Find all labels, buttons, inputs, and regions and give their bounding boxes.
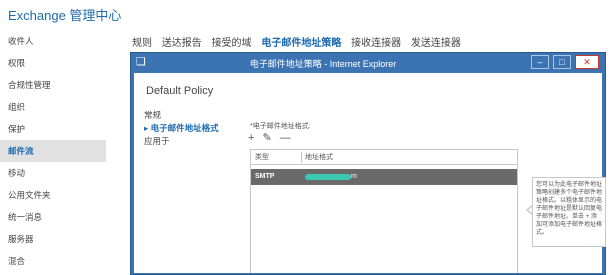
close-icon: ✕	[583, 57, 591, 67]
sidebar-item-compliance[interactable]: 合规性管理	[0, 74, 106, 96]
policy-nav-general[interactable]: 常规	[144, 109, 219, 122]
top-nav: 规则 送达报告 接受的域 电子邮件地址策略 接收连接器 发送连接器	[132, 34, 468, 49]
help-callout: 您可以为此电子邮件地址策略创建多个电子邮件地址格式。以粗体显示的电子邮件地址是默…	[532, 177, 606, 247]
sidebar-item-public-folders[interactable]: 公用文件夹	[0, 184, 106, 206]
minimize-icon: –	[537, 57, 543, 67]
email-format-field-label: *电子邮件地址格式:	[250, 123, 311, 130]
sidebar-item-organization[interactable]: 组织	[0, 96, 106, 118]
tab-receive-connectors[interactable]: 接收连接器	[351, 38, 401, 49]
sidebar-item-servers[interactable]: 服务器	[0, 228, 106, 250]
dialog-title: 电子邮件地址策略 - Internet Explorer	[249, 59, 397, 69]
sidebar-item-hybrid[interactable]: 混合	[0, 250, 106, 272]
sidebar-item-permissions[interactable]: 权限	[0, 52, 106, 74]
grid-toolbar: + ✎ —	[248, 131, 296, 145]
column-divider	[301, 152, 302, 163]
app-title: Exchange 管理中心	[8, 8, 122, 23]
policy-nav-email-address-format[interactable]: ▸ 电子邮件地址格式	[144, 122, 219, 135]
policy-name: Default Policy	[146, 85, 214, 97]
sidebar-item-mobile[interactable]: 移动	[0, 162, 106, 184]
row-type: SMTP	[255, 173, 275, 180]
sidebar-item-recipients[interactable]: 收件人	[0, 30, 106, 52]
sidebar-item-mail-flow[interactable]: 邮件流	[0, 140, 106, 162]
ie-dialog-window: ❏ 电子邮件地址策略 - Internet Explorer – □ ✕ Def…	[130, 52, 606, 275]
policy-nav: 常规 ▸ 电子邮件地址格式 应用于	[144, 109, 219, 148]
redacted-address	[305, 174, 351, 180]
email-format-grid: 类型 地址格式 SMTP m	[250, 149, 518, 273]
maximize-icon: □	[559, 57, 565, 67]
dialog-content: Default Policy 常规 ▸ 电子邮件地址格式 应用于 *电子邮件地址…	[134, 73, 606, 273]
minimize-button[interactable]: –	[531, 55, 549, 69]
tab-accepted-domains[interactable]: 接受的域	[212, 38, 252, 49]
tab-email-address-policies[interactable]: 电子邮件地址策略	[261, 38, 341, 49]
policy-nav-apply-to[interactable]: 应用于	[144, 135, 219, 148]
policy-nav-email-address-format-label: 电子邮件地址格式	[150, 123, 219, 133]
sidebar-item-protection[interactable]: 保护	[0, 118, 106, 140]
close-button[interactable]: ✕	[575, 55, 599, 69]
sidebar: 收件人 权限 合规性管理 组织 保护 邮件流 移动 公用文件夹 统一消息 服务器…	[0, 30, 106, 275]
grid-header: 类型 地址格式	[251, 150, 517, 165]
edit-icon[interactable]: ✎	[263, 132, 272, 144]
add-icon[interactable]: +	[248, 132, 254, 144]
column-header-type[interactable]: 类型	[255, 150, 269, 165]
tab-delivery-reports[interactable]: 送达报告	[162, 38, 202, 49]
remove-icon[interactable]: —	[280, 132, 291, 144]
dialog-titlebar[interactable]: ❏ 电子邮件地址策略 - Internet Explorer – □ ✕	[131, 53, 605, 73]
table-row[interactable]: SMTP m	[251, 169, 517, 185]
tab-send-connectors[interactable]: 发送连接器	[411, 38, 461, 49]
sidebar-item-unified-messaging[interactable]: 统一消息	[0, 206, 106, 228]
column-header-address-format[interactable]: 地址格式	[305, 150, 333, 165]
maximize-button[interactable]: □	[553, 55, 571, 69]
tab-rules[interactable]: 规则	[132, 38, 152, 49]
row-address-suffix: m	[351, 173, 357, 180]
